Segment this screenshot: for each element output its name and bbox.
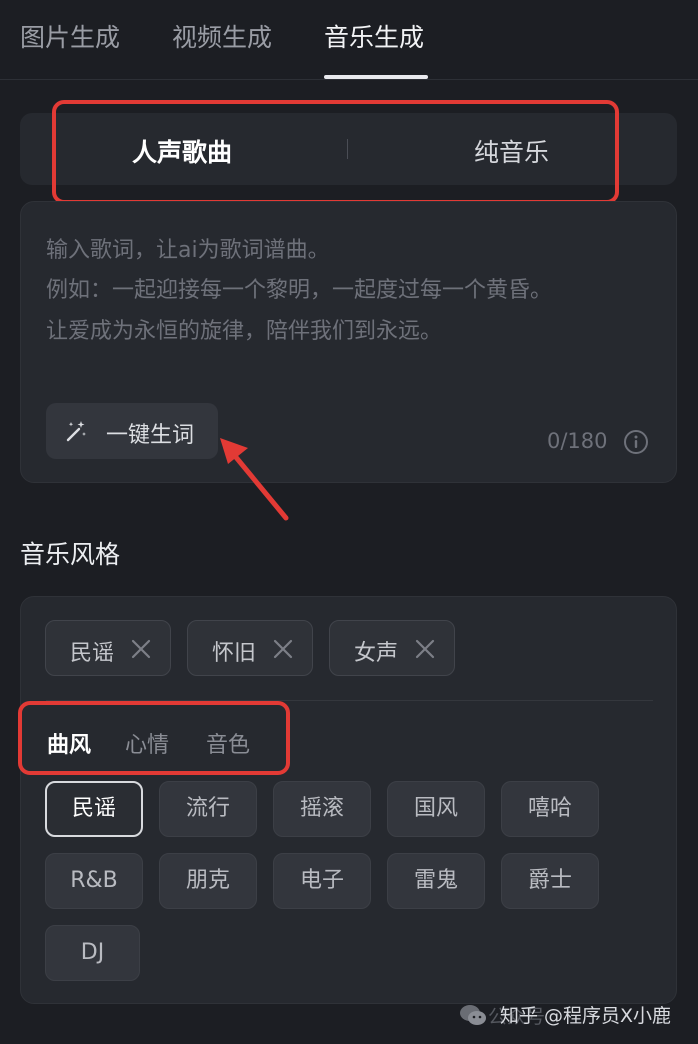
- genre-option[interactable]: 民谣: [45, 781, 143, 837]
- tab-image-generation[interactable]: 图片生成: [20, 18, 120, 54]
- generate-lyrics-label: 一键生词: [106, 423, 195, 448]
- tab-video-generation[interactable]: 视频生成: [172, 18, 272, 54]
- genre-option[interactable]: R&B: [45, 853, 143, 909]
- genre-option[interactable]: 国风: [387, 781, 485, 837]
- genre-option[interactable]: 朋克: [159, 853, 257, 909]
- close-icon[interactable]: [130, 638, 152, 660]
- top-tab-bar: 图片生成 视频生成 音乐生成: [0, 0, 698, 80]
- selected-tag-label: 怀旧: [212, 641, 257, 666]
- genre-option[interactable]: 摇滚: [273, 781, 371, 837]
- annotation-arrow: [220, 438, 289, 521]
- watermark-text: 知乎 @程序员X小鹿: [500, 1005, 672, 1027]
- lyrics-placeholder-line: 例如：一起迎接每一个黎明，一起度过每一个黄昏。: [46, 278, 553, 303]
- selected-tag-label: 女声: [354, 641, 399, 666]
- generate-lyrics-button[interactable]: 一键生词: [46, 403, 218, 459]
- tab-music-generation[interactable]: 音乐生成: [324, 18, 424, 54]
- genre-option[interactable]: 电子: [273, 853, 371, 909]
- music-style-title: 音乐风格: [20, 540, 121, 569]
- selected-tag-chip[interactable]: 民谣: [45, 620, 171, 676]
- annotation-highlight-box: [52, 100, 619, 204]
- info-icon[interactable]: [623, 429, 649, 455]
- lyrics-placeholder-line: 让爱成为永恒的旋律，陪伴我们到永远。: [46, 319, 443, 344]
- active-tab-indicator: [324, 75, 428, 79]
- genre-option[interactable]: 嘻哈: [501, 781, 599, 837]
- genre-option[interactable]: 雷鬼: [387, 853, 485, 909]
- close-icon[interactable]: [414, 638, 436, 660]
- selected-tag-label: 民谣: [70, 641, 115, 666]
- character-counter: 0/180: [547, 429, 608, 453]
- lyrics-placeholder-line: 输入歌词，让ai为歌词谱曲。: [46, 238, 330, 263]
- selected-tag-chip[interactable]: 怀旧: [187, 620, 313, 676]
- genre-option[interactable]: 流行: [159, 781, 257, 837]
- selected-tag-chip[interactable]: 女声: [329, 620, 455, 676]
- genre-option[interactable]: DJ: [45, 925, 140, 981]
- close-icon[interactable]: [272, 638, 294, 660]
- wechat-icon: [460, 1005, 486, 1025]
- magic-wand-icon: [66, 421, 86, 442]
- lyrics-input[interactable]: 输入歌词，让ai为歌词谱曲。 例如：一起迎接每一个黎明，一起度过每一个黄昏。 让…: [20, 201, 677, 483]
- annotation-highlight-box: [18, 701, 290, 775]
- music-style-panel: 民谣 怀旧 女声 曲风 心情 音色 民谣 流行 摇滚 国风 嘻哈 R&B 朋克 …: [20, 596, 677, 1004]
- genre-option[interactable]: 爵士: [501, 853, 599, 909]
